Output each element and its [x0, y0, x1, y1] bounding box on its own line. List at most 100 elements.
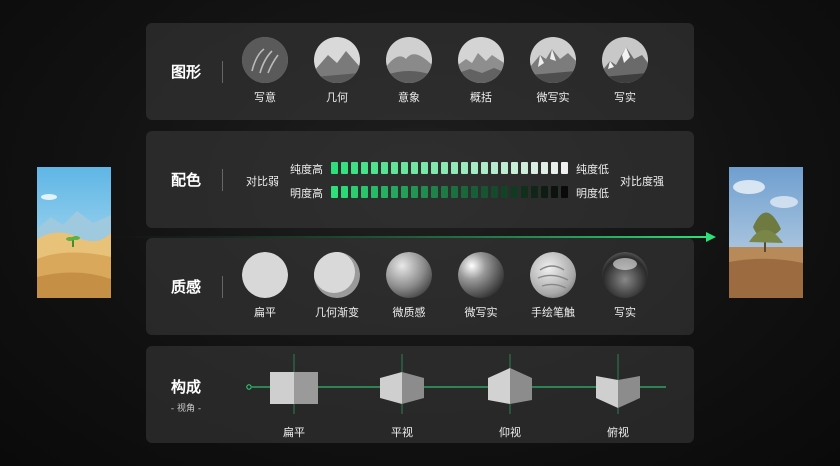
scale-bar [351, 186, 358, 198]
view-item-high-angle: 俯视 [588, 354, 648, 439]
texture-panel: 质感 扁平 几何渐变 微质感 微写实 手绘笔触 写实 [146, 238, 694, 335]
shape-title: 图形 [170, 63, 201, 81]
scale-bar [471, 162, 478, 174]
flat-cube-icon [270, 354, 318, 414]
imagery-mountain-icon [386, 37, 432, 83]
item-label: 平视 [391, 426, 413, 439]
shape-item-summary: 概括 [456, 37, 506, 105]
scale-bar [491, 186, 498, 198]
saturation-high-label: 纯度高 [290, 163, 323, 176]
semi-realistic-mountain-icon [530, 37, 576, 83]
scale-bar [531, 186, 538, 198]
high-angle-cube-icon [596, 354, 640, 414]
scale-bar [361, 162, 368, 174]
scale-bar [341, 162, 348, 174]
scale-bar [561, 162, 568, 174]
scale-bar [501, 162, 508, 174]
composition-panel: 构成 - 视角 - 扁平 平视 仰视 俯视 [146, 346, 694, 443]
shape-item-geometric: 几何 [312, 37, 362, 105]
texture-item-realistic: 写实 [600, 252, 650, 320]
scale-bar [431, 162, 438, 174]
scale-bar [491, 162, 498, 174]
item-label: 仰视 [499, 426, 521, 439]
scale-bar [411, 186, 418, 198]
item-label: 扁平 [283, 426, 305, 439]
scale-bar [451, 186, 458, 198]
scale-bar [521, 186, 528, 198]
brushstroke-sphere-icon [530, 252, 576, 298]
scale-bar [541, 162, 548, 174]
item-label: 几何 [326, 91, 348, 104]
scale-bar [471, 186, 478, 198]
freehand-stroke-icon [242, 37, 288, 83]
scale-bar [481, 162, 488, 174]
item-label: 写实 [614, 91, 636, 104]
shape-item-freehand: 写意 [240, 37, 290, 105]
summary-mountain-icon [458, 37, 504, 83]
scale-bar [511, 186, 518, 198]
contrast-weak-label: 对比弱 [246, 175, 279, 188]
view-item-eye-level: 平视 [372, 354, 432, 439]
scale-bar [561, 186, 568, 198]
item-label: 俯视 [607, 426, 629, 439]
scale-bar [391, 162, 398, 174]
item-label: 扁平 [254, 306, 276, 319]
scale-bar [381, 162, 388, 174]
eye-level-cube-icon [380, 354, 424, 414]
gradient-sphere-icon [314, 252, 360, 298]
texture-item-flat: 扁平 [240, 252, 290, 320]
item-label: 写意 [254, 91, 276, 104]
scale-bar [431, 186, 438, 198]
divider [222, 276, 223, 298]
scale-bar [381, 186, 388, 198]
scale-bar [551, 186, 558, 198]
scale-bar [551, 162, 558, 174]
scale-bar [521, 162, 528, 174]
contrast-strong-label: 对比度强 [620, 175, 664, 188]
scale-bar [391, 186, 398, 198]
illustration-thumbnail [37, 167, 111, 298]
item-label: 意象 [398, 91, 420, 104]
scale-bar [511, 162, 518, 174]
shape-item-imagery: 意象 [384, 37, 434, 105]
scale-bar [351, 162, 358, 174]
scale-bar [451, 162, 458, 174]
scale-bar [401, 162, 408, 174]
item-label: 微质感 [392, 306, 426, 319]
composition-title: 构成 - 视角 - [146, 346, 226, 443]
brightness-high-label: 明度高 [290, 187, 323, 200]
divider [222, 61, 223, 83]
item-label: 微写实 [464, 306, 498, 319]
semi-realistic-sphere-icon [458, 252, 504, 298]
realistic-mountain-icon [602, 37, 648, 83]
geometric-mountain-icon [314, 37, 360, 83]
texture-item-semi-realistic: 微写实 [456, 252, 506, 320]
item-label: 几何渐变 [315, 306, 359, 319]
saturation-scale [331, 162, 568, 174]
item-label: 手绘笔触 [531, 306, 575, 319]
texture-item-brushstroke: 手绘笔触 [528, 252, 578, 320]
scale-bar [331, 162, 338, 174]
scale-bar [461, 162, 468, 174]
texture-item-micro-texture: 微质感 [384, 252, 434, 320]
scale-bar [421, 162, 428, 174]
scale-bar [541, 186, 548, 198]
divider [222, 169, 223, 191]
flat-sphere-icon [242, 252, 288, 298]
scale-bar [531, 162, 538, 174]
low-angle-cube-icon [488, 354, 532, 414]
saturation-low-label: 纯度低 [576, 163, 609, 176]
view-item-low-angle: 仰视 [480, 354, 540, 439]
scale-bar [421, 186, 428, 198]
composition-subtitle: - 视角 - [170, 403, 202, 414]
view-item-flat: 扁平 [264, 354, 324, 439]
brightness-low-label: 明度低 [576, 187, 609, 200]
scale-bar [461, 186, 468, 198]
glass-sphere-icon [602, 252, 648, 298]
shape-item-realistic: 写实 [600, 37, 650, 105]
texture-item-geo-gradient: 几何渐变 [312, 252, 362, 320]
scale-bar [371, 186, 378, 198]
scale-bar [331, 186, 338, 198]
scale-bar [441, 162, 448, 174]
item-label: 微写实 [536, 91, 570, 104]
